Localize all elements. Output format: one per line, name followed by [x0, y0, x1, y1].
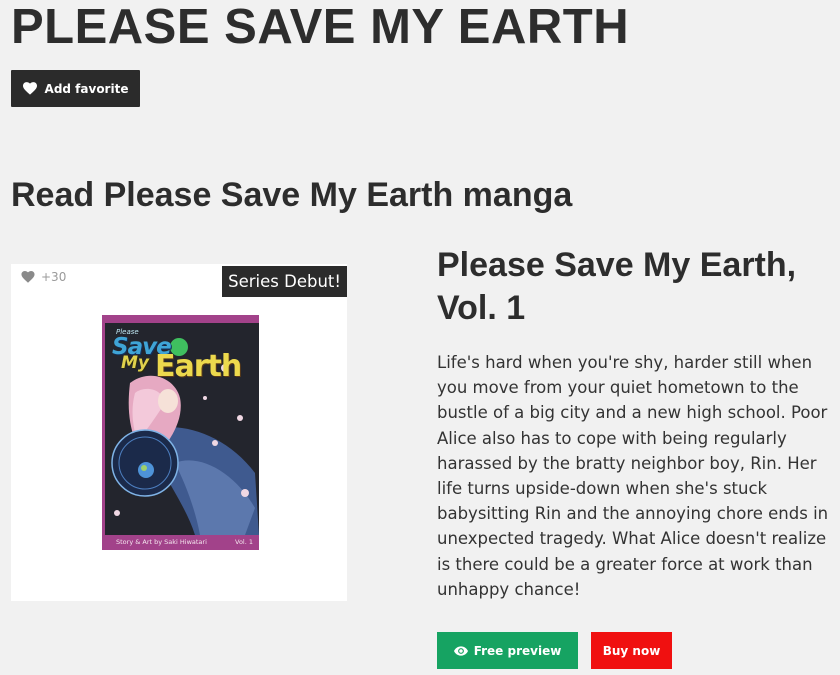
- volume-title[interactable]: Please Save My Earth, Vol. 1: [437, 244, 837, 330]
- heart-icon: [21, 271, 35, 283]
- cover-logo-earth: Earth: [155, 349, 242, 384]
- buy-now-label: Buy now: [602, 643, 661, 658]
- add-favorite-label: Add favorite: [44, 81, 129, 96]
- cover-bottom-bar: Story & Art by Saki Hiwatari Vol. 1: [102, 535, 259, 550]
- volume-cover-card[interactable]: +30 Series Debut! Please Save My Earth S…: [11, 264, 347, 601]
- cover-logo-my: My: [121, 353, 149, 373]
- cover-top-bar: [102, 315, 259, 323]
- cover-volume-label: Vol. 1: [235, 538, 253, 546]
- buy-now-button[interactable]: Buy now: [591, 632, 672, 669]
- cover-image[interactable]: Please Save My Earth Story & Art by Saki…: [102, 315, 259, 550]
- free-preview-label: Free preview: [473, 643, 562, 658]
- page-title: PLEASE SAVE MY EARTH: [11, 0, 630, 54]
- cover-credit: Story & Art by Saki Hiwatari: [116, 538, 207, 546]
- section-heading: Read Please Save My Earth manga: [11, 176, 573, 214]
- eye-icon: [453, 645, 468, 656]
- free-preview-button[interactable]: Free preview: [437, 632, 578, 669]
- like-count[interactable]: +30: [21, 270, 66, 284]
- like-count-value: +30: [41, 270, 67, 284]
- add-favorite-button[interactable]: Add favorite: [11, 70, 140, 107]
- series-debut-badge: Series Debut!: [222, 266, 347, 297]
- heart-icon: [22, 82, 37, 95]
- volume-description: Life's hard when you're shy, harder stil…: [437, 353, 829, 599]
